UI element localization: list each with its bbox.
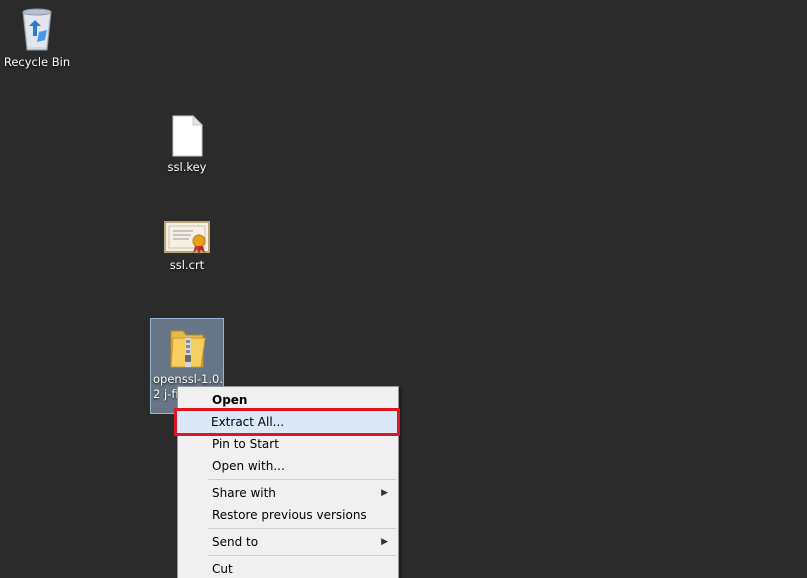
menu-separator — [208, 555, 396, 556]
menu-item-open-with[interactable]: Open with... — [178, 455, 398, 477]
desktop-icon-ssl-key[interactable]: ssl.key — [150, 115, 224, 175]
zip-folder-icon — [170, 330, 206, 368]
ssl-key-label: ssl.key — [167, 160, 207, 174]
menu-item-extract-all[interactable]: Extract All... — [174, 408, 400, 436]
menu-item-share-with[interactable]: Share with ▶ — [178, 482, 398, 504]
submenu-arrow-icon: ▶ — [381, 537, 388, 547]
submenu-arrow-icon: ▶ — [381, 488, 388, 498]
menu-item-pin-to-start[interactable]: Pin to Start — [178, 433, 398, 455]
desktop-icon-recycle-bin[interactable]: Recycle Bin — [0, 6, 74, 70]
recycle-bin-label: Recycle Bin — [3, 55, 71, 69]
blank-file-icon — [172, 115, 204, 157]
menu-item-open[interactable]: Open — [178, 389, 398, 411]
ssl-crt-label: ssl.crt — [169, 258, 205, 272]
menu-item-cut[interactable]: Cut — [178, 558, 398, 578]
certificate-icon — [164, 221, 210, 254]
menu-item-send-to-label: Send to — [212, 535, 259, 549]
context-menu: Open Extract All... Pin to Start Open wi… — [174, 386, 400, 578]
desktop-icon-ssl-crt[interactable]: ssl.crt — [150, 219, 224, 273]
menu-item-restore-previous-versions[interactable]: Restore previous versions — [178, 504, 398, 526]
menu-item-send-to[interactable]: Send to ▶ — [178, 531, 398, 553]
desktop[interactable]: Recycle Bin ssl.key ssl.crt openssl-1.0.… — [0, 0, 807, 578]
recycle-bin-icon — [22, 8, 52, 51]
menu-item-share-with-label: Share with — [212, 486, 276, 500]
menu-separator — [208, 479, 396, 480]
menu-separator — [208, 528, 396, 529]
